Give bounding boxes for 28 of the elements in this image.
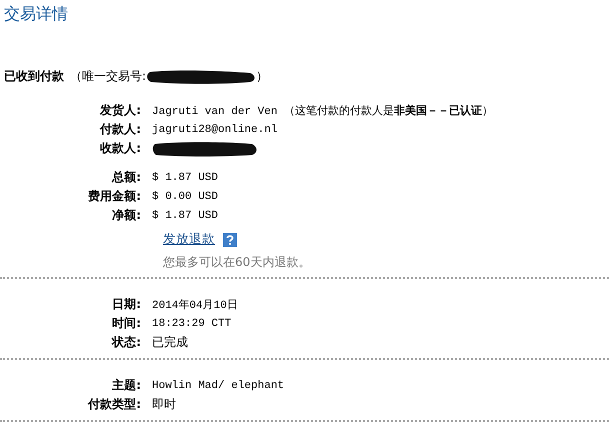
- id-bracket: ）: [256, 68, 268, 85]
- field-value: $ 1.87 USD: [152, 210, 218, 222]
- field-label: 付款人:: [98, 121, 142, 138]
- refund-link[interactable]: 发放退款: [163, 231, 215, 248]
- field-label: 收款人:: [99, 140, 142, 157]
- field-value: Jagruti van der Ven （这笔付款的付款人是非美国－－已认证）: [152, 103, 494, 118]
- field-label: 费用金额:: [87, 188, 142, 205]
- help-icon[interactable]: [223, 232, 237, 246]
- field-label: 发货人:: [98, 102, 142, 119]
- field-label: 净额:: [111, 207, 142, 224]
- field-label: 主题:: [111, 377, 142, 394]
- field-value: $ 1.87 USD: [152, 172, 218, 184]
- field-value: 2014年04月10日: [152, 298, 238, 312]
- field-value: 18:23:29 CTT: [152, 318, 232, 330]
- field-value: Howlin Mad/ elephant: [152, 380, 284, 392]
- field-value: $ 0.00 USD: [152, 190, 218, 202]
- status-heading: 已收到付款: [4, 68, 64, 85]
- field-label: 付款类型:: [86, 396, 142, 413]
- field-value: jagruti28@online.nl: [152, 124, 278, 136]
- field-label: 状态:: [110, 334, 142, 351]
- id-label: （唯一交易号:: [70, 68, 146, 85]
- field-value: 已完成: [152, 334, 188, 351]
- field-value: 即时: [152, 396, 176, 413]
- refund-note: 您最多可以在60天内退款。: [163, 254, 312, 271]
- field-label: 总额:: [110, 169, 142, 186]
- field-label: 时间:: [111, 315, 142, 332]
- page-title: 交易详情: [3, 3, 69, 25]
- field-label: 日期:: [111, 296, 142, 313]
